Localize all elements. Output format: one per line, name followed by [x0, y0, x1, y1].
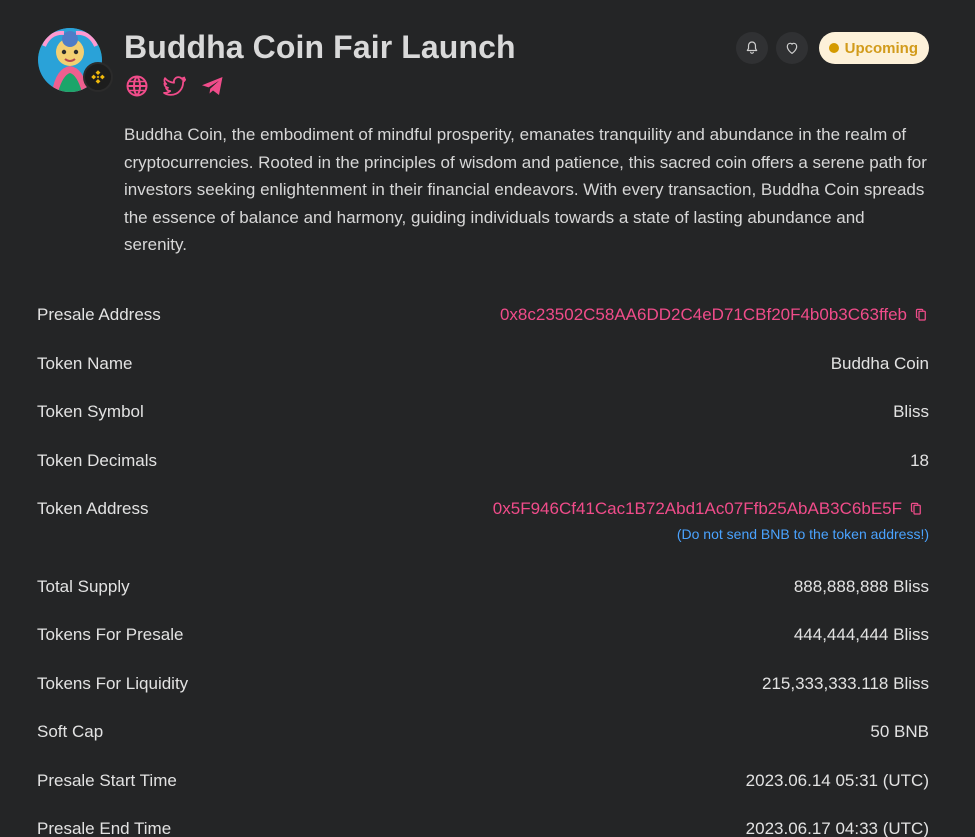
- detail-value: 2023.06.14 05:31 (UTC): [745, 770, 929, 790]
- bnb-chain-icon: [83, 62, 113, 92]
- detail-value: 444,444,444 Bliss: [793, 625, 929, 644]
- launchpad-detail-page: Buddha Coin Fair Launch Upcoming Buddha …: [0, 0, 975, 837]
- detail-label: Token Name: [37, 353, 133, 373]
- status-label: Upcoming: [844, 39, 918, 57]
- globe-icon[interactable]: [124, 73, 150, 99]
- detail-row-end-time: Presale End Time 2023.06.17 04:33 (UTC): [37, 806, 929, 837]
- page-title: Buddha Coin Fair Launch: [124, 29, 516, 65]
- token-address-link[interactable]: 0x5F946Cf41Cac1B72Abd1Ac07Ffb25AbAB3C6bE…: [493, 499, 902, 519]
- detail-row-total-supply: Total Supply 888,888,888 Bliss: [37, 564, 929, 613]
- presale-details: Presale Address 0x8c23502C58AA6DD2C4eD71…: [37, 292, 929, 837]
- detail-value: 50 BNB: [870, 722, 929, 741]
- detail-row-token-name: Token Name Buddha Coin: [37, 341, 929, 390]
- detail-value: 18: [910, 450, 929, 470]
- detail-row-token-decimals: Token Decimals 18: [37, 438, 929, 487]
- detail-row-token-symbol: Token Symbol Bliss: [37, 389, 929, 438]
- detail-label: Token Symbol: [37, 402, 144, 421]
- heart-icon[interactable]: [775, 32, 808, 64]
- token-address-value: 0x5F946Cf41Cac1B72Abd1Ac07Ffb25AbAB3C6bE…: [493, 499, 924, 519]
- detail-label: Presale Address: [37, 305, 161, 324]
- status-dot: [828, 43, 839, 53]
- detail-row-tokens-presale: Tokens For Presale 444,444,444 Bliss: [37, 612, 929, 661]
- detail-label: Token Decimals: [37, 450, 157, 470]
- detail-label: Soft Cap: [37, 722, 104, 741]
- bell-icon[interactable]: [735, 32, 768, 64]
- detail-label: Total Supply: [37, 576, 130, 596]
- token-address-warning: (Do not send BNB to the token address!): [676, 526, 929, 542]
- detail-label: Presale Start Time: [37, 770, 177, 790]
- detail-row-soft-cap: Soft Cap 50 BNB: [37, 709, 929, 758]
- detail-row-token-address: Token Address 0x5F946Cf41Cac1B72Abd1Ac07…: [37, 486, 929, 564]
- copy-icon[interactable]: [913, 307, 929, 323]
- twitter-icon[interactable]: [162, 73, 188, 99]
- status-badge: Upcoming: [818, 32, 929, 64]
- detail-row-tokens-liquidity: Tokens For Liquidity 215,333,333.118 Bli…: [37, 661, 929, 710]
- telegram-icon[interactable]: [200, 73, 226, 99]
- presale-address-value: 0x8c23502C58AA6DD2C4eD71CBf20F4b0b3C63ff…: [500, 305, 929, 325]
- detail-row-start-time: Presale Start Time 2023.06.14 05:31 (UTC…: [37, 758, 929, 807]
- detail-value: 2023.06.17 04:33 (UTC): [745, 819, 929, 837]
- detail-label: Presale End Time: [37, 819, 172, 837]
- detail-label: Tokens For Liquidity: [37, 673, 189, 693]
- detail-value: 888,888,888 Bliss: [793, 576, 929, 596]
- detail-value: 215,333,333.118 Bliss: [762, 673, 929, 693]
- detail-row-presale-address: Presale Address 0x8c23502C58AA6DD2C4eD71…: [37, 292, 929, 341]
- presale-address-link[interactable]: 0x8c23502C58AA6DD2C4eD71CBf20F4b0b3C63ff…: [500, 305, 907, 325]
- project-description: Buddha Coin, the embodiment of mindful p…: [124, 125, 927, 254]
- social-links: [124, 73, 226, 99]
- copy-icon[interactable]: [908, 501, 924, 517]
- project-header: Buddha Coin Fair Launch Upcoming: [38, 28, 929, 98]
- detail-label: Token Address: [37, 499, 149, 518]
- detail-value: Bliss: [893, 402, 929, 421]
- header-actions: Upcoming: [735, 32, 929, 64]
- detail-value: Buddha Coin: [830, 353, 929, 373]
- detail-label: Tokens For Presale: [37, 625, 184, 644]
